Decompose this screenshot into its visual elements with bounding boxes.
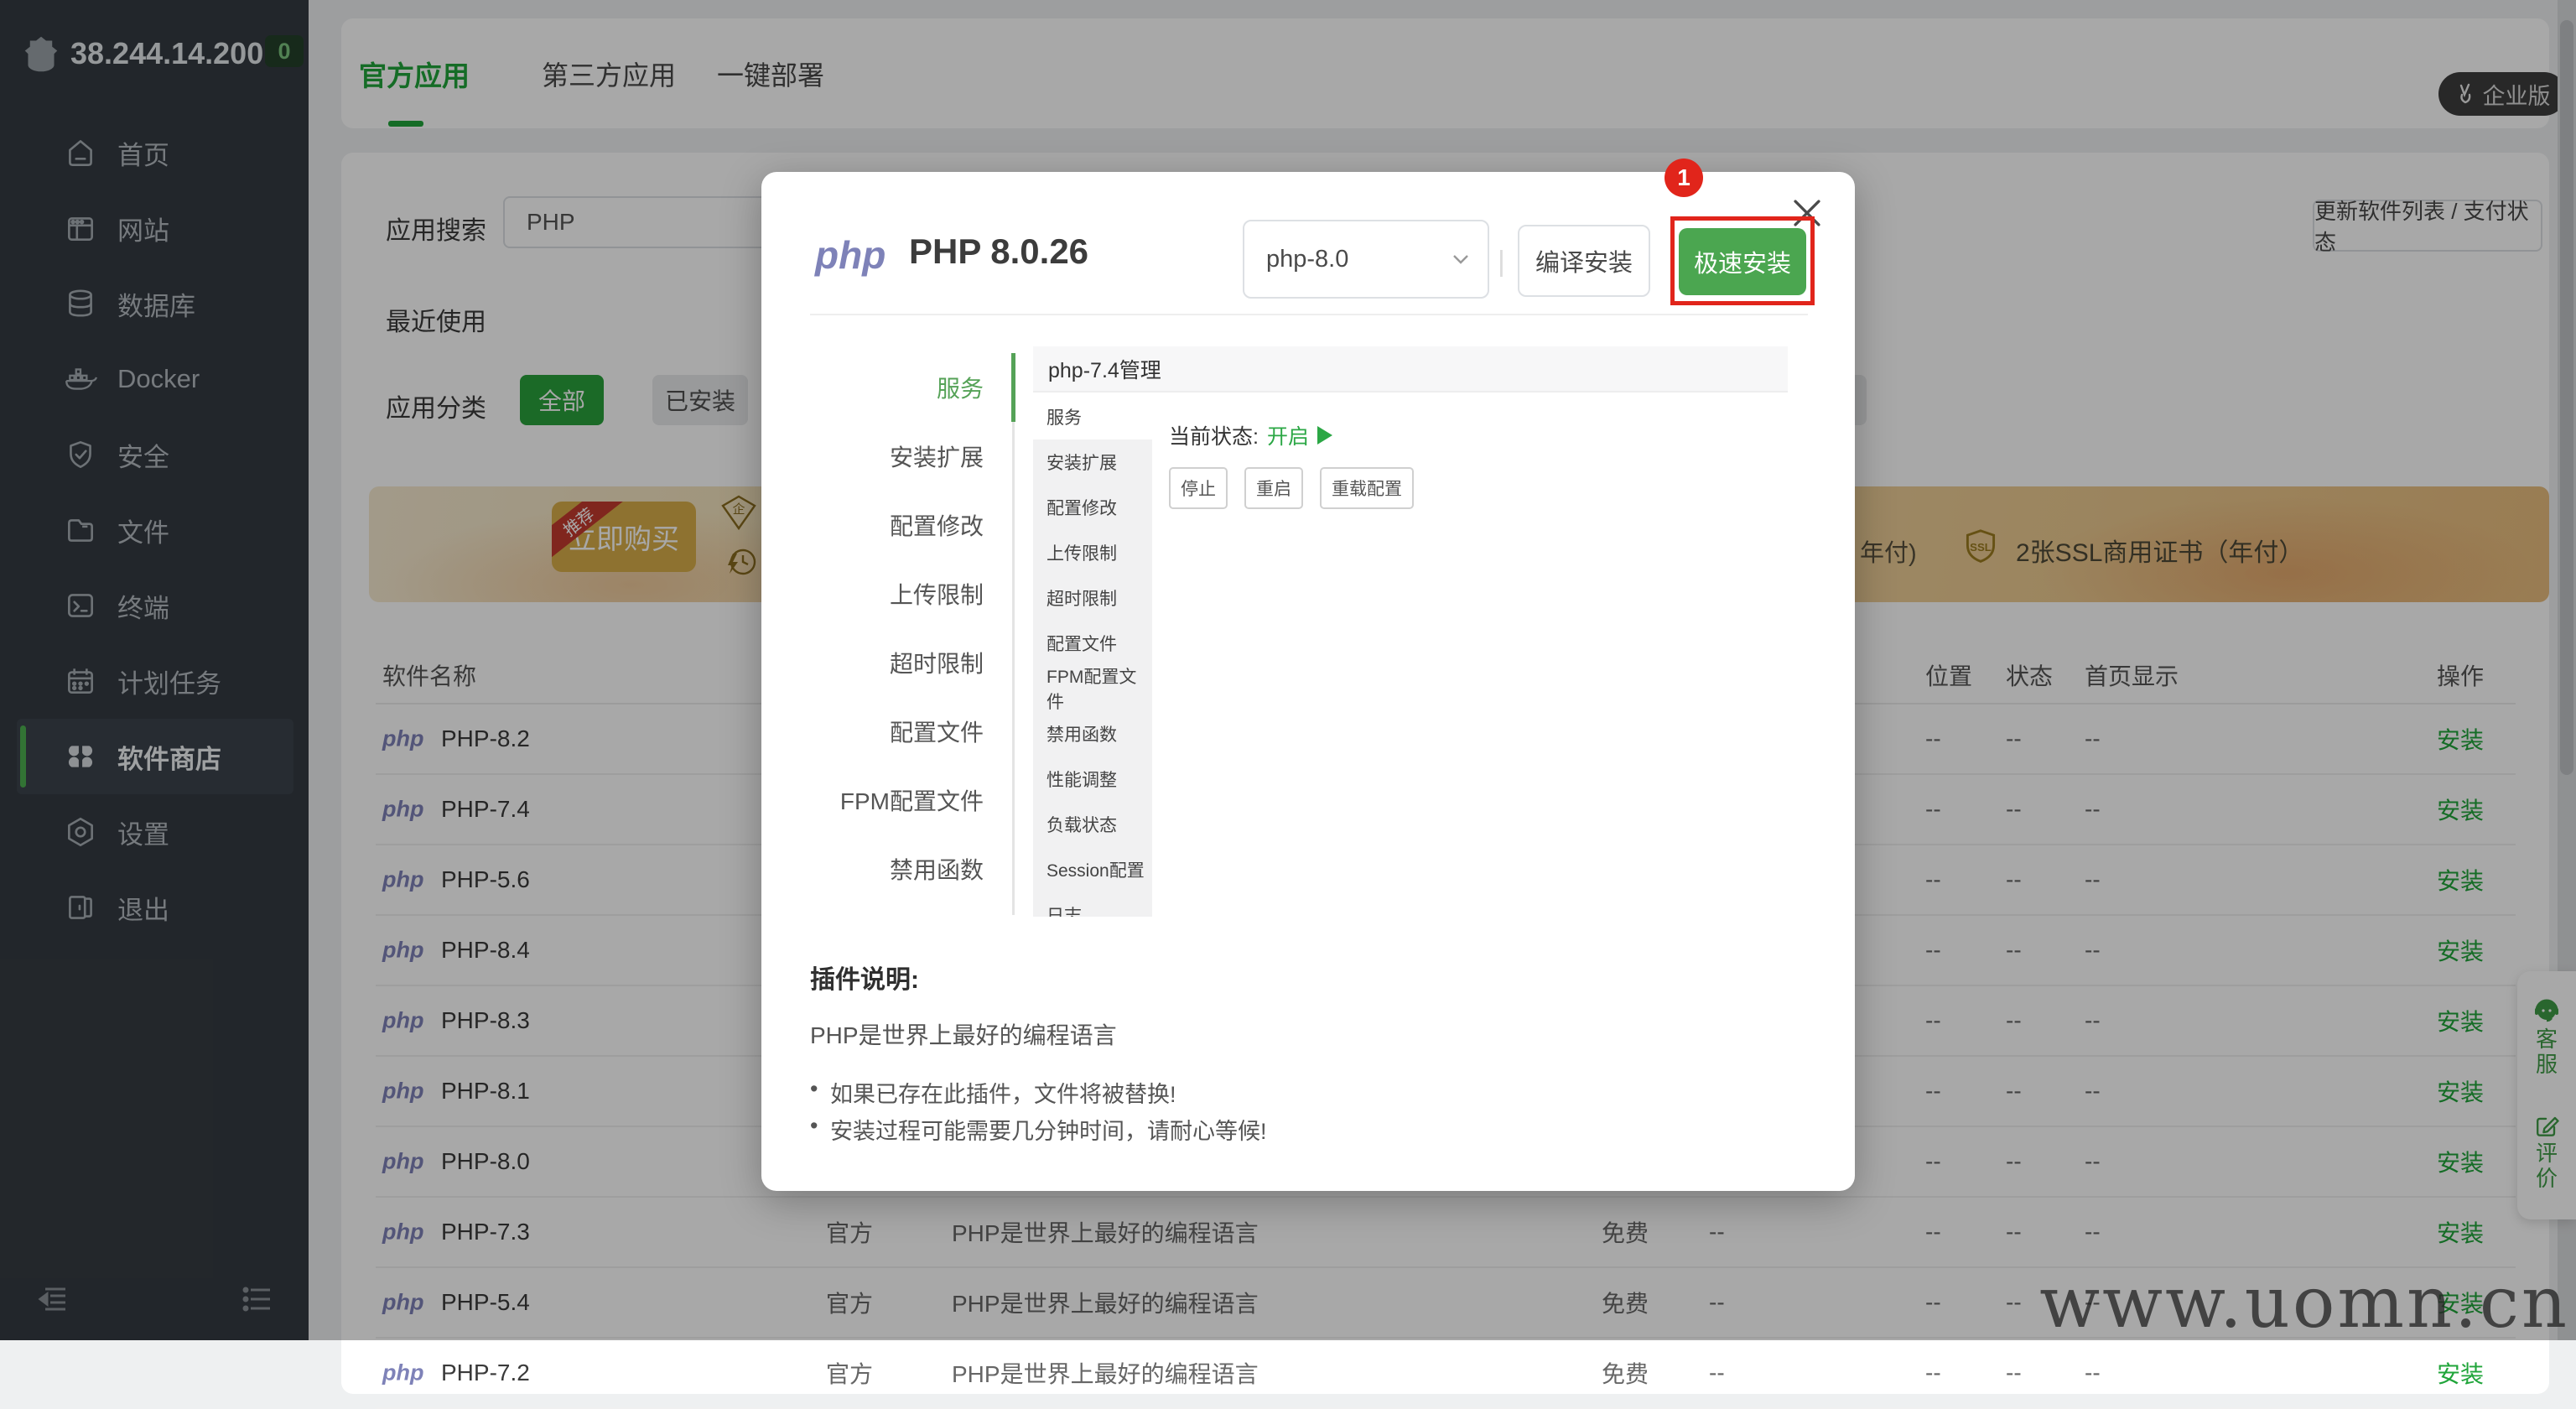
modal-nav-item[interactable]: 配置修改: [761, 491, 984, 559]
current-status: 当前状态: 开启: [1169, 420, 1332, 450]
preview-nav-item[interactable]: Session配置: [1033, 847, 1152, 892]
php-install-modal: php PHP 8.0.26 php-8.0 | 编译安装 极速安装 服务安装扩…: [761, 172, 1855, 1191]
modal-nav-item[interactable]: 超时限制: [761, 628, 984, 697]
plugin-notes-heading: 插件说明:: [810, 959, 919, 996]
table-row: php PHP-7.2 官方 PHP是世界上最好的编程语言 免费 -- -- -- -- 安装: [376, 1339, 2516, 1409]
php-version-select[interactable]: php-8.0: [1243, 220, 1489, 299]
php-icon: php: [382, 1360, 423, 1386]
reload-config-button[interactable]: 重载配置: [1320, 467, 1414, 509]
annotation-step-badge: 1: [1665, 159, 1703, 197]
modal-nav-item[interactable]: 禁用函数: [761, 834, 984, 903]
software-home-display: --: [2085, 1360, 2101, 1386]
php-logo: php: [815, 232, 886, 278]
plugin-note-bullet: 安装过程可能需要几分钟时间，请耐心等候!: [830, 1113, 1267, 1146]
plugin-note-bullet: 如果已存在此插件，文件将被替换!: [830, 1076, 1176, 1109]
preview-nav-item[interactable]: 服务: [1033, 394, 1152, 439]
install-link[interactable]: 安装: [2437, 1356, 2484, 1390]
preview-nav-item[interactable]: 禁用函数: [1033, 711, 1152, 756]
software-type: 官方: [826, 1356, 873, 1390]
preview-nav-item[interactable]: 配置文件: [1033, 621, 1152, 666]
software-score: --: [1709, 1360, 1725, 1386]
chevron-down-icon: [1452, 254, 1469, 265]
play-icon: [1317, 426, 1332, 445]
button-separator: |: [1498, 246, 1505, 278]
plugin-notes-desc: PHP是世界上最好的编程语言: [810, 1017, 1117, 1051]
software-name: PHP-7.2: [441, 1360, 530, 1386]
modal-nav-item[interactable]: 服务: [761, 353, 984, 422]
preview-nav-item[interactable]: 安装扩展: [1033, 439, 1152, 485]
modal-nav-item[interactable]: 安装扩展: [761, 422, 984, 491]
compile-install-button[interactable]: 编译安装: [1518, 225, 1650, 297]
software-status: --: [2006, 1360, 2022, 1386]
plugin-preview: php-7.4管理 服务安装扩展配置修改上传限制超时限制配置文件FPM配置文件禁…: [1033, 346, 1788, 917]
status-value: 开启: [1267, 420, 1309, 450]
annotation-highlight-rect: [1670, 216, 1815, 305]
nav-active-indicator: [1011, 353, 1015, 422]
stop-button[interactable]: 停止: [1169, 467, 1228, 509]
preview-title-bar: php-7.4管理: [1033, 346, 1788, 393]
restart-button[interactable]: 重启: [1244, 467, 1303, 509]
preview-nav-item[interactable]: 负载状态: [1033, 802, 1152, 847]
preview-nav-item[interactable]: 上传限制: [1033, 530, 1152, 575]
watermark: www.uomn.cn: [2039, 1261, 2569, 1344]
preview-nav-item[interactable]: 超时限制: [1033, 575, 1152, 621]
modal-nav-item[interactable]: 配置文件: [761, 697, 984, 766]
software-price: 免费: [1602, 1356, 1649, 1390]
preview-nav-item[interactable]: 性能调整: [1033, 756, 1152, 802]
modal-nav: 服务安装扩展配置修改上传限制超时限制配置文件FPM配置文件禁用函数: [761, 353, 984, 903]
preview-nav-item[interactable]: 配置修改: [1033, 485, 1152, 530]
software-location: --: [1925, 1360, 1941, 1386]
software-desc: PHP是世界上最好的编程语言: [952, 1356, 1259, 1390]
preview-nav-item[interactable]: FPM配置文件: [1033, 666, 1152, 711]
preview-subnav: 服务安装扩展配置修改上传限制超时限制配置文件FPM配置文件禁用函数性能调整负载状…: [1033, 394, 1152, 917]
header-divider: [810, 314, 1808, 315]
modal-nav-item[interactable]: FPM配置文件: [761, 766, 984, 834]
preview-nav-item[interactable]: 日志: [1033, 892, 1152, 917]
status-buttons: 停止 重启 重载配置: [1169, 467, 1414, 509]
modal-title: PHP 8.0.26: [909, 231, 1088, 272]
modal-nav-item[interactable]: 上传限制: [761, 559, 984, 628]
nav-divider: [1012, 353, 1015, 915]
